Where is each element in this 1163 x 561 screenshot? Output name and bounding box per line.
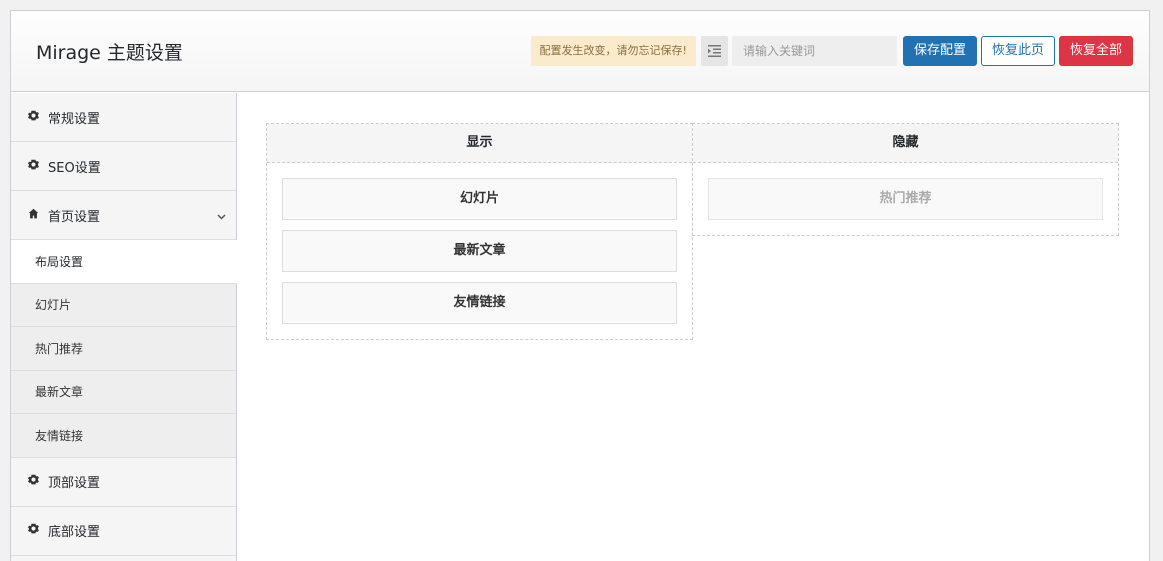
- unsaved-notice: 配置发生改变，请勿忘记保存!: [530, 36, 696, 66]
- hidden-list: 热门推荐: [693, 163, 1118, 235]
- sidebar: 常规设置 SEO设置 首页设置 布局设置 幻灯片 热门推荐 最新文章 友情链接: [11, 93, 237, 561]
- reset-all-button[interactable]: 恢复全部: [1058, 36, 1133, 66]
- shown-column-title: 显示: [267, 124, 692, 163]
- indent-icon: [707, 45, 721, 57]
- layout-sorter: 显示 幻灯片 最新文章 友情链接 隐藏 热门推荐: [266, 123, 1119, 340]
- sidebar-item-label: 顶部设置: [48, 476, 101, 491]
- expand-all-button[interactable]: [700, 36, 728, 66]
- sortable-item[interactable]: 友情链接: [282, 282, 677, 324]
- gear-icon: [27, 159, 39, 170]
- sortable-item[interactable]: 热门推荐: [708, 178, 1103, 220]
- sidebar-subitem-links[interactable]: 友情链接: [11, 414, 236, 458]
- sidebar-subitem-slides[interactable]: 幻灯片: [11, 283, 236, 327]
- gear-icon: [27, 523, 39, 534]
- header-actions: 配置发生改变，请勿忘记保存! 保存配置 恢复此页 恢复全部: [530, 36, 1133, 66]
- sidebar-item-label: SEO设置: [48, 160, 101, 176]
- chevron-down-icon: [217, 209, 226, 224]
- shown-list: 幻灯片 最新文章 友情链接: [267, 163, 692, 339]
- sortable-item[interactable]: 最新文章: [282, 230, 677, 272]
- sidebar-item-seo[interactable]: SEO设置: [11, 142, 236, 191]
- header: Mirage 主题设置 配置发生改变，请勿忘记保存! 保存配置 恢复此页 恢复全…: [11, 11, 1149, 92]
- save-button[interactable]: 保存配置: [902, 36, 977, 66]
- settings-panel: Mirage 主题设置 配置发生改变，请勿忘记保存! 保存配置 恢复此页 恢复全…: [10, 10, 1150, 561]
- sidebar-item-general[interactable]: 常规设置: [11, 93, 236, 142]
- page-title: Mirage 主题设置: [36, 42, 183, 64]
- sidebar-subitem-latest[interactable]: 最新文章: [11, 370, 236, 414]
- sidebar-item-label: 首页设置: [48, 209, 101, 225]
- sidebar-subitem-hot[interactable]: 热门推荐: [11, 327, 236, 371]
- gear-icon: [27, 110, 39, 121]
- main-content: 显示 幻灯片 最新文章 友情链接 隐藏 热门推荐: [238, 93, 1149, 561]
- sidebar-subitem-layout[interactable]: 布局设置: [11, 240, 237, 284]
- hidden-column: 隐藏 热门推荐: [692, 123, 1119, 236]
- sidebar-item-home[interactable]: 首页设置: [11, 191, 236, 240]
- reset-page-button[interactable]: 恢复此页: [980, 36, 1055, 66]
- gear-icon: [27, 474, 39, 485]
- shown-column: 显示 幻灯片 最新文章 友情链接: [266, 123, 693, 340]
- sidebar-item-bottom[interactable]: 底部设置: [11, 506, 236, 556]
- sidebar-item-label: 底部设置: [48, 525, 101, 540]
- sortable-item[interactable]: 幻灯片: [282, 178, 677, 220]
- sidebar-item-top[interactable]: 顶部设置: [11, 457, 236, 507]
- search-input[interactable]: [731, 36, 897, 66]
- home-icon: [27, 208, 39, 219]
- hidden-column-title: 隐藏: [693, 124, 1118, 163]
- sidebar-item-label: 常规设置: [48, 111, 101, 127]
